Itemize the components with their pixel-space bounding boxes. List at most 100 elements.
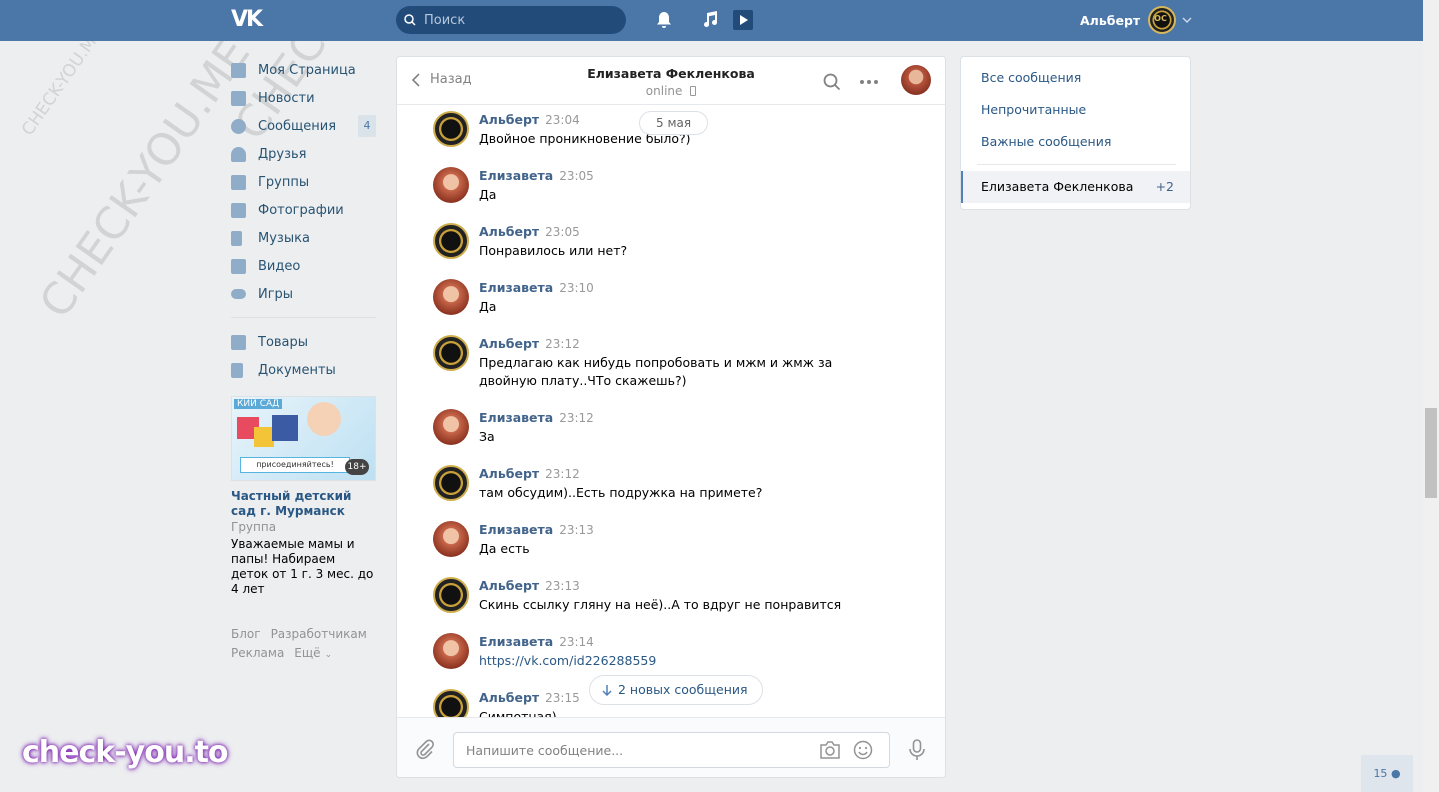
date-pill: 5 мая	[639, 111, 709, 135]
message-avatar[interactable]	[433, 689, 469, 717]
message-filter-panel: Все сообщения Непрочитанные Важные сообщ…	[960, 56, 1191, 210]
message-avatar[interactable]	[433, 465, 469, 501]
message-time: 23:13	[559, 523, 594, 537]
message-list[interactable]: 5 мая Альберт 23:04 Двойное проникновение…	[397, 105, 945, 717]
message-avatar[interactable]	[433, 111, 469, 147]
music-icon[interactable]	[700, 10, 720, 30]
ad-image[interactable]: КИЙ САД присоединяйтесь! 18+	[231, 396, 376, 481]
sidebar-item-label: Сообщения	[258, 118, 337, 134]
sidebar-item-news[interactable]: Новости	[231, 84, 376, 112]
peer-avatar[interactable]	[901, 65, 931, 95]
camera-icon[interactable]	[819, 741, 841, 759]
message-author-name: Альберт	[479, 336, 540, 351]
chevron-down-icon	[1182, 17, 1192, 23]
sidebar-item-label: Группы	[258, 174, 310, 190]
active-conversation-name: Елизавета Фекленкова	[981, 179, 1134, 194]
message-composer	[397, 717, 945, 777]
scrollbar-thumb[interactable]	[1425, 408, 1437, 498]
online-friends-counter[interactable]: 15 ●	[1361, 755, 1413, 792]
message-avatar[interactable]	[433, 409, 469, 445]
ad-image-cube	[254, 427, 274, 447]
footer-link-developers[interactable]: Разработчикам	[271, 627, 367, 641]
message-author-name: Альберт	[479, 466, 540, 481]
message-avatar[interactable]	[433, 279, 469, 315]
vk-logo[interactable]: VK	[231, 9, 265, 31]
user-menu[interactable]: Альберт	[1080, 4, 1192, 36]
message-avatar[interactable]	[433, 577, 469, 613]
message-author-name: Альберт	[479, 224, 540, 239]
bag-icon	[231, 334, 246, 350]
search-box[interactable]	[396, 6, 626, 34]
sidebar-item-documents[interactable]: Документы	[231, 356, 376, 384]
sidebar-divider	[231, 317, 376, 318]
ad-text: Уважаемые мамы и папы! Набираем деток от…	[231, 537, 374, 596]
message-link[interactable]: https://vk.com/id226288559	[479, 652, 889, 670]
search-icon[interactable]	[823, 73, 841, 91]
search-input[interactable]	[424, 6, 620, 34]
message-author-name: Елизавета	[479, 634, 554, 649]
message-author[interactable]: Альберт 23:12	[479, 466, 580, 481]
message-text: Да есть	[479, 541, 530, 556]
new-messages-button[interactable]: 2 новых сообщения	[589, 675, 763, 705]
sidebar-item-my-page[interactable]: Моя Страница	[231, 56, 376, 84]
ad-title[interactable]: Частный детский сад г. Мурманск	[231, 489, 376, 519]
footer-link-ads[interactable]: Реклама	[231, 646, 284, 660]
message-author[interactable]: Альберт 23:12	[479, 336, 580, 351]
message-time: 23:15	[545, 691, 580, 705]
message-author[interactable]: Елизавета 23:12	[479, 410, 594, 425]
microphone-icon[interactable]	[908, 739, 926, 761]
page-scrollbar[interactable]	[1423, 0, 1439, 792]
sidebar-item-goods[interactable]: Товары	[231, 328, 376, 356]
message-author[interactable]: Альберт 23:13	[479, 578, 580, 593]
person-icon: ●	[1390, 767, 1401, 780]
document-icon	[231, 362, 243, 378]
sidebar-item-video[interactable]: Видео	[231, 252, 376, 280]
message-author[interactable]: Елизавета 23:14	[479, 634, 594, 649]
ad-image-banner: присоединяйтесь!	[240, 457, 350, 473]
message-author-name: Елизавета	[479, 522, 554, 537]
sidebar-item-photos[interactable]: Фотографии	[231, 196, 376, 224]
message-author[interactable]: Елизавета 23:05	[479, 168, 594, 183]
bell-icon[interactable]	[654, 10, 674, 30]
chevron-down-icon: ⌄	[324, 650, 333, 660]
message-author[interactable]: Альберт 23:05	[479, 224, 580, 239]
sidebar-item-music[interactable]: Музыка	[231, 224, 376, 252]
message-input[interactable]	[466, 733, 806, 767]
sidebar-item-label: Товары	[258, 334, 309, 350]
paperclip-icon[interactable]	[415, 738, 435, 760]
play-icon[interactable]	[733, 10, 753, 30]
message-author[interactable]: Альберт 23:04	[479, 112, 580, 127]
message-time: 23:12	[545, 337, 580, 351]
footer-link-more[interactable]: Ещё	[294, 646, 320, 660]
message-author[interactable]: Елизавета 23:10	[479, 280, 594, 295]
sidebar-item-games[interactable]: Игры	[231, 280, 376, 308]
more-icon[interactable]	[859, 73, 879, 91]
message-text: Понравилось или нет?	[479, 243, 628, 258]
message-avatar[interactable]	[433, 521, 469, 557]
games-icon	[231, 289, 246, 299]
message-avatar[interactable]	[433, 633, 469, 669]
sidebar-item-friends[interactable]: Друзья	[231, 140, 376, 168]
home-icon	[231, 62, 246, 78]
message-avatar[interactable]	[433, 335, 469, 371]
chat-window: Назад Елизавета Фекленкова online 5 мая …	[396, 56, 946, 778]
smile-icon[interactable]	[853, 740, 873, 760]
message-author[interactable]: Альберт 23:15	[479, 690, 580, 705]
sidebar-item-messages[interactable]: Сообщения 4	[231, 112, 376, 140]
filter-important[interactable]: Важные сообщения	[981, 134, 1111, 149]
ad-age-badge: 18+	[345, 459, 369, 475]
filter-all-messages[interactable]: Все сообщения	[981, 70, 1081, 85]
active-conversation[interactable]: Елизавета Фекленкова +2	[961, 171, 1190, 203]
footer-link-blog[interactable]: Блог	[231, 627, 261, 641]
ad-block[interactable]: КИЙ САД присоединяйтесь! 18+ Частный дет…	[231, 396, 376, 597]
video-icon	[231, 258, 246, 274]
message-time: 23:05	[545, 225, 580, 239]
sidebar-item-groups[interactable]: Группы	[231, 168, 376, 196]
message-avatar[interactable]	[433, 223, 469, 259]
filter-unread[interactable]: Непрочитанные	[981, 102, 1086, 117]
message-input-box[interactable]	[453, 732, 890, 768]
message-author-name: Елизавета	[479, 280, 554, 295]
message-avatar[interactable]	[433, 167, 469, 203]
message-author[interactable]: Елизавета 23:13	[479, 522, 594, 537]
message-text: Скинь ссылку гляну на неё)..А то вдруг н…	[479, 597, 842, 612]
